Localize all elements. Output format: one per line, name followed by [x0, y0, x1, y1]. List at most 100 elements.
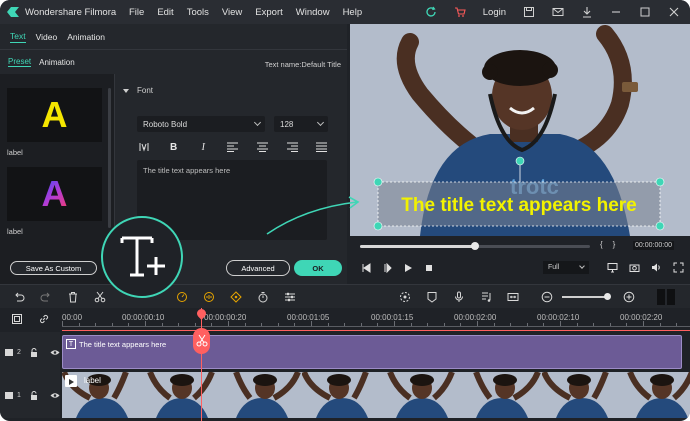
fit-icon[interactable]: [506, 290, 520, 304]
marker-icon[interactable]: [425, 290, 439, 304]
menu-window[interactable]: Window: [296, 7, 330, 18]
lock-icon[interactable]: [30, 390, 38, 400]
ai-audio-icon[interactable]: [202, 290, 216, 304]
video-clip[interactable]: label: [62, 372, 690, 418]
font-family-value: Roboto Bold: [143, 119, 188, 129]
resize-handle[interactable]: [373, 177, 383, 187]
render-icon[interactable]: [398, 290, 412, 304]
title-clip[interactable]: T The title text appears here: [62, 335, 682, 369]
eye-icon[interactable]: [50, 392, 60, 399]
preset-label: label: [7, 227, 23, 236]
video-thumbnail: [142, 372, 229, 418]
zoom-select[interactable]: Full: [543, 261, 589, 274]
advanced-button[interactable]: Advanced: [226, 260, 290, 276]
font-family-select[interactable]: Roboto Bold: [137, 116, 265, 132]
align-center-icon[interactable]: [256, 140, 270, 154]
preset-tile-yellow[interactable]: A: [7, 88, 102, 142]
audio-mixer-icon[interactable]: [479, 290, 493, 304]
download-icon[interactable]: [580, 6, 593, 19]
link-icon[interactable]: [37, 312, 51, 326]
ruler-label: 00:00: [62, 313, 83, 322]
speed-icon[interactable]: [175, 290, 189, 304]
mail-icon[interactable]: [551, 6, 564, 19]
zoom-slider-knob[interactable]: [604, 293, 611, 300]
mark-in-button[interactable]: {: [600, 240, 613, 249]
rotate-handle[interactable]: [515, 156, 525, 166]
align-right-icon[interactable]: [285, 140, 299, 154]
adjust-icon[interactable]: [283, 290, 297, 304]
playhead-line[interactable]: [201, 308, 202, 421]
scrubber-knob[interactable]: [471, 242, 479, 250]
sync-icon[interactable]: [425, 6, 438, 19]
step-back-icon[interactable]: [381, 262, 393, 274]
tab-preset[interactable]: Preset: [8, 57, 32, 67]
save-as-custom-button[interactable]: Save As Custom: [10, 261, 97, 275]
align-left-icon[interactable]: [226, 140, 240, 154]
justify-icon[interactable]: [315, 140, 329, 154]
menu-help[interactable]: Help: [343, 7, 363, 18]
display-icon[interactable]: [606, 261, 618, 273]
zoom-in-icon[interactable]: [622, 290, 636, 304]
preview-title-text[interactable]: The title text appears here: [401, 195, 636, 216]
menu-file[interactable]: File: [129, 7, 144, 18]
keyframe-icon[interactable]: [229, 290, 243, 304]
timeline-zoom-slider[interactable]: [562, 293, 611, 300]
ok-button[interactable]: OK: [294, 260, 342, 276]
eye-icon[interactable]: [50, 349, 60, 356]
login-link[interactable]: Login: [483, 7, 506, 18]
preset-glyph: A: [41, 94, 68, 135]
preset-scrollbar[interactable]: [108, 88, 111, 228]
tab-animation[interactable]: Animation: [67, 32, 105, 42]
cut-icon[interactable]: [93, 290, 107, 304]
timeline-work-area-line: [62, 330, 690, 331]
ruler-tick: [543, 323, 545, 326]
snapshot-icon[interactable]: [628, 261, 640, 273]
split-scissors-icon[interactable]: [193, 328, 210, 354]
resize-handle[interactable]: [655, 177, 665, 187]
lock-icon[interactable]: [30, 347, 38, 357]
maximize-icon[interactable]: [638, 6, 651, 19]
tab-text[interactable]: Text: [10, 31, 26, 43]
playback-scrubber[interactable]: [360, 242, 590, 250]
video-preview[interactable]: trotc The title text appears here: [350, 24, 690, 236]
bold-icon[interactable]: B: [167, 140, 181, 154]
volume-icon[interactable]: [650, 261, 662, 273]
play-icon[interactable]: [402, 262, 414, 274]
cart-icon[interactable]: [454, 6, 467, 19]
skip-back-icon[interactable]: [360, 262, 372, 274]
menu-view[interactable]: View: [222, 7, 242, 18]
preset-tile-gradient[interactable]: A: [7, 167, 102, 221]
chevron-down-icon: [579, 263, 585, 269]
letter-spacing-icon[interactable]: [137, 140, 151, 154]
font-section-header[interactable]: Font: [123, 86, 153, 95]
stop-icon[interactable]: [423, 262, 435, 274]
add-track-icon[interactable]: [10, 312, 24, 326]
zoom-out-icon[interactable]: [540, 290, 554, 304]
chevron-down-icon: [253, 118, 262, 127]
undo-icon[interactable]: [12, 290, 26, 304]
minimize-icon[interactable]: [609, 6, 622, 19]
timeline-ruler[interactable]: 00:00 00:00:00:10 00:00:00:20 00:00:01:0…: [0, 308, 690, 330]
tab-sub-animation[interactable]: Animation: [39, 58, 75, 67]
add-title-callout[interactable]: [101, 216, 183, 298]
italic-icon[interactable]: I: [196, 140, 210, 154]
timer-icon[interactable]: [256, 290, 270, 304]
tab-video[interactable]: Video: [36, 32, 58, 42]
resize-handle[interactable]: [373, 221, 383, 231]
titlebar-actions: Login: [409, 0, 680, 24]
mark-out-button[interactable]: }: [613, 240, 626, 249]
redo-icon[interactable]: [39, 290, 53, 304]
delete-icon[interactable]: [66, 290, 80, 304]
fullscreen-icon[interactable]: [672, 261, 684, 273]
microphone-icon[interactable]: [452, 290, 466, 304]
ruler-tick: [62, 321, 63, 326]
font-size-select[interactable]: 128: [274, 116, 328, 132]
font-size-value: 128: [280, 119, 294, 129]
save-icon[interactable]: [522, 6, 535, 19]
close-icon[interactable]: [667, 6, 680, 19]
menu-tools[interactable]: Tools: [187, 7, 209, 18]
resize-handle[interactable]: [655, 221, 665, 231]
menu-export[interactable]: Export: [255, 7, 282, 18]
menu-edit[interactable]: Edit: [157, 7, 173, 18]
track-layout-icon[interactable]: [656, 288, 676, 306]
